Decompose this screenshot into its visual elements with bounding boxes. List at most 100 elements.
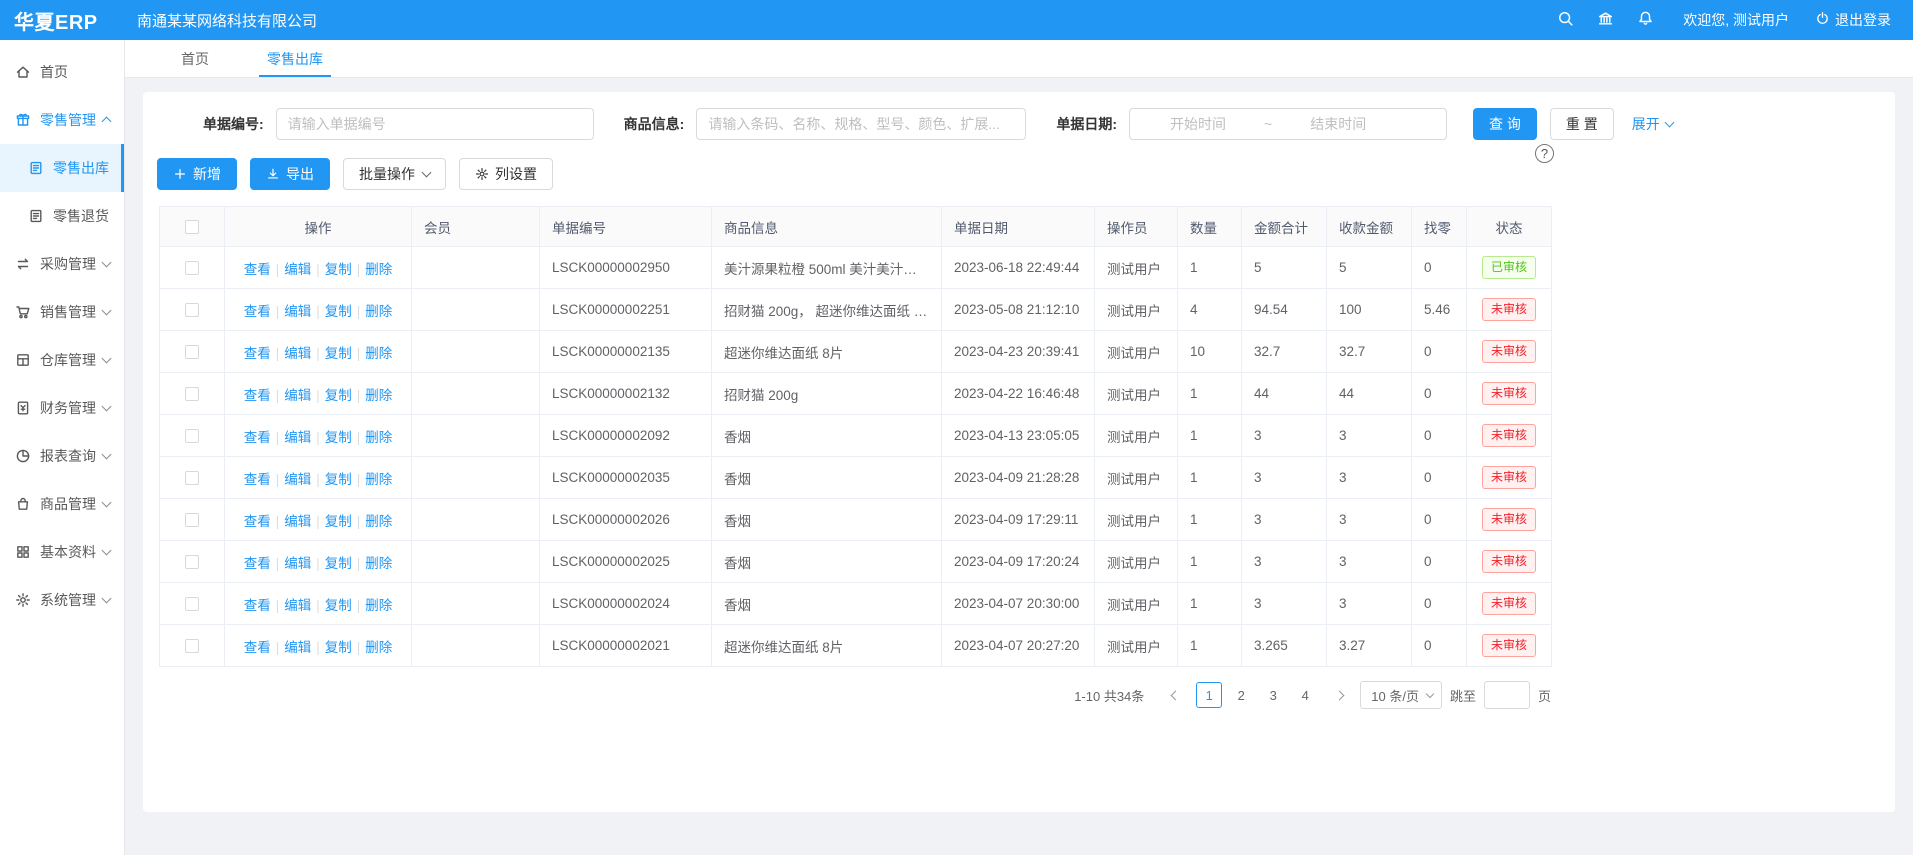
row-checkbox[interactable] <box>185 597 199 611</box>
action-delete-link[interactable]: 删除 <box>365 304 392 319</box>
pagination-summary: 1-10 共34条 <box>1074 686 1144 705</box>
action-view-link[interactable]: 查看 <box>244 388 271 403</box>
prev-page-button[interactable] <box>1162 682 1188 708</box>
logout-button[interactable]: 退出登录 <box>1815 10 1891 30</box>
action-edit-link[interactable]: 编辑 <box>284 556 311 571</box>
sidebar-item-retail-outbound[interactable]: 零售出库 <box>0 144 124 192</box>
sidebar-item-home[interactable]: 首页 <box>0 48 124 96</box>
bill-no-input[interactable] <box>276 108 594 140</box>
sidebar-item-finance[interactable]: 财务管理 <box>0 384 124 432</box>
row-checkbox[interactable] <box>185 471 199 485</box>
sidebar-item-retail[interactable]: 零售管理 <box>0 96 124 144</box>
action-copy-link[interactable]: 复制 <box>325 640 352 655</box>
sidebar-item-basic[interactable]: 基本资料 <box>0 528 124 576</box>
action-view-link[interactable]: 查看 <box>244 640 271 655</box>
column-settings-button[interactable]: 列设置 <box>459 158 553 190</box>
action-delete-link[interactable]: 删除 <box>365 514 392 529</box>
page-button-2[interactable]: 2 <box>1228 682 1254 708</box>
cell-status: 未审核 <box>1467 373 1552 415</box>
action-edit-link[interactable]: 编辑 <box>284 388 311 403</box>
reset-button[interactable]: 重 置 <box>1550 108 1614 140</box>
action-copy-link[interactable]: 复制 <box>325 262 352 277</box>
status-badge: 未审核 <box>1482 508 1536 530</box>
sidebar-item-report[interactable]: 报表查询 <box>0 432 124 480</box>
row-checkbox[interactable] <box>185 639 199 653</box>
bell-icon <box>1637 10 1654 30</box>
row-checkbox[interactable] <box>185 345 199 359</box>
action-view-link[interactable]: 查看 <box>244 346 271 361</box>
action-view-link[interactable]: 查看 <box>244 430 271 445</box>
action-delete-link[interactable]: 删除 <box>365 388 392 403</box>
sidebar-item-system[interactable]: 系统管理 <box>0 576 124 624</box>
action-edit-link[interactable]: 编辑 <box>284 514 311 529</box>
action-view-link[interactable]: 查看 <box>244 514 271 529</box>
jump-page-input[interactable] <box>1484 681 1530 709</box>
bell-button[interactable] <box>1625 0 1665 40</box>
date-start-input[interactable] <box>1138 116 1258 132</box>
action-delete-link[interactable]: 删除 <box>365 598 392 613</box>
sidebar-item-goods[interactable]: 商品管理 <box>0 480 124 528</box>
row-checkbox[interactable] <box>185 387 199 401</box>
product-info-input[interactable] <box>696 108 1026 140</box>
sidebar-item-warehouse[interactable]: 仓库管理 <box>0 336 124 384</box>
tab-retail-outbound[interactable]: 零售出库 <box>251 40 339 77</box>
action-view-link[interactable]: 查看 <box>244 598 271 613</box>
action-view-link[interactable]: 查看 <box>244 556 271 571</box>
action-copy-link[interactable]: 复制 <box>325 556 352 571</box>
action-edit-link[interactable]: 编辑 <box>284 472 311 487</box>
action-view-link[interactable]: 查看 <box>244 472 271 487</box>
action-edit-link[interactable]: 编辑 <box>284 304 311 319</box>
status-badge: 未审核 <box>1482 592 1536 614</box>
bank-button[interactable] <box>1585 0 1625 40</box>
row-checkbox[interactable] <box>185 303 199 317</box>
action-view-link[interactable]: 查看 <box>244 304 271 319</box>
export-button[interactable]: 导出 <box>250 158 330 190</box>
action-delete-link[interactable]: 删除 <box>365 556 392 571</box>
sidebar-item-purchase[interactable]: 采购管理 <box>0 240 124 288</box>
expand-link[interactable]: 展开 <box>1632 114 1673 134</box>
action-edit-link[interactable]: 编辑 <box>284 346 311 361</box>
row-checkbox[interactable] <box>185 429 199 443</box>
row-checkbox-cell <box>160 583 225 625</box>
action-copy-link[interactable]: 复制 <box>325 346 352 361</box>
sidebar-item-label: 系统管理 <box>40 590 96 610</box>
action-edit-link[interactable]: 编辑 <box>284 430 311 445</box>
next-page-button[interactable] <box>1326 682 1352 708</box>
action-delete-link[interactable]: 删除 <box>365 640 392 655</box>
add-button[interactable]: 新增 <box>157 158 237 190</box>
action-copy-link[interactable]: 复制 <box>325 514 352 529</box>
tab-home[interactable]: 首页 <box>165 40 225 77</box>
action-edit-link[interactable]: 编辑 <box>284 640 311 655</box>
date-end-input[interactable] <box>1278 116 1398 132</box>
sidebar-item-sales[interactable]: 销售管理 <box>0 288 124 336</box>
action-delete-link[interactable]: 删除 <box>365 472 392 487</box>
action-delete-link[interactable]: 删除 <box>365 346 392 361</box>
action-copy-link[interactable]: 复制 <box>325 598 352 613</box>
row-actions: 查看|编辑|复制|删除 <box>225 499 412 541</box>
select-all-checkbox[interactable] <box>185 220 199 234</box>
page-size-select[interactable]: 10 条/页 <box>1360 681 1442 709</box>
action-delete-link[interactable]: 删除 <box>365 262 392 277</box>
action-delete-link[interactable]: 删除 <box>365 430 392 445</box>
action-copy-link[interactable]: 复制 <box>325 304 352 319</box>
page-button-1[interactable]: 1 <box>1196 682 1222 708</box>
search-button[interactable] <box>1545 0 1585 40</box>
page-button-4[interactable]: 4 <box>1292 682 1318 708</box>
action-edit-link[interactable]: 编辑 <box>284 262 311 277</box>
chevron-down-icon <box>102 594 112 604</box>
help-button[interactable]: ? <box>1535 144 1554 163</box>
batch-actions-button[interactable]: 批量操作 <box>343 158 446 190</box>
action-copy-link[interactable]: 复制 <box>325 472 352 487</box>
sidebar-item-retail-return[interactable]: 零售退货 <box>0 192 124 240</box>
row-checkbox[interactable] <box>185 555 199 569</box>
action-view-link[interactable]: 查看 <box>244 262 271 277</box>
action-copy-link[interactable]: 复制 <box>325 430 352 445</box>
row-checkbox[interactable] <box>185 513 199 527</box>
action-copy-link[interactable]: 复制 <box>325 388 352 403</box>
basic-icon <box>15 544 31 560</box>
action-edit-link[interactable]: 编辑 <box>284 598 311 613</box>
date-range-picker[interactable]: ~ <box>1129 108 1447 140</box>
search-button[interactable]: 查 询 <box>1473 108 1537 140</box>
page-button-3[interactable]: 3 <box>1260 682 1286 708</box>
row-checkbox[interactable] <box>185 261 199 275</box>
